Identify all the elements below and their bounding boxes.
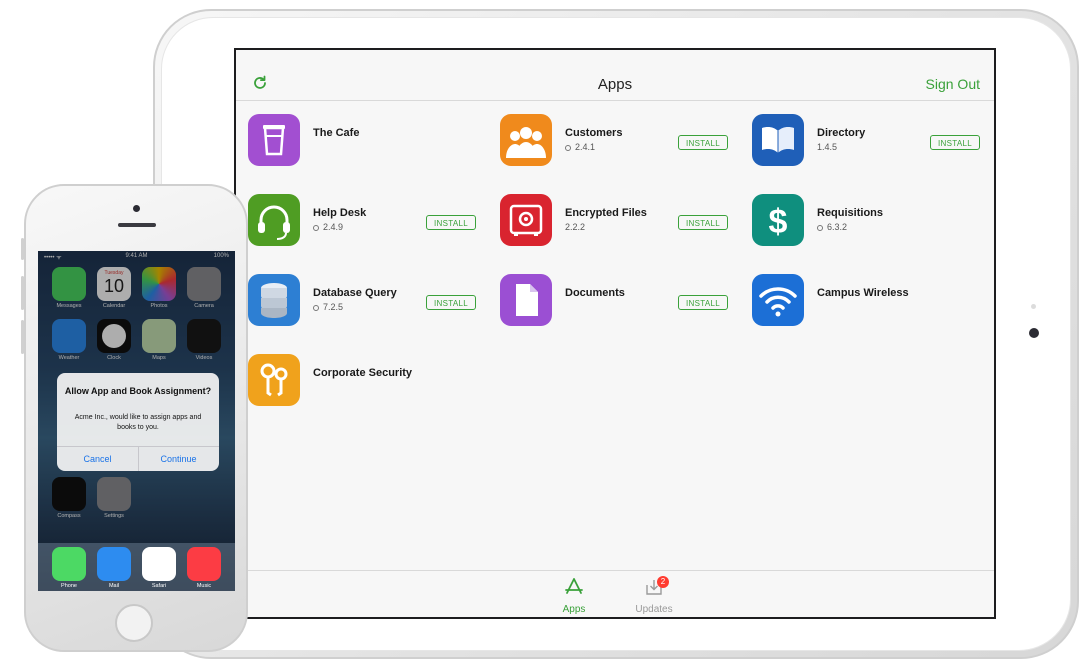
tab-bar: Apps 2 Updates — [236, 570, 994, 617]
mail-icon[interactable] — [97, 547, 131, 581]
app-item-the-cafe[interactable]: The Cafe — [236, 114, 488, 176]
phone-icon[interactable] — [52, 547, 86, 581]
version-dot-icon — [313, 305, 319, 311]
iphone-button — [21, 320, 24, 354]
iphone-camera — [133, 205, 140, 212]
iphone-speaker — [118, 223, 156, 227]
nav-bar: Apps Sign Out — [236, 50, 994, 101]
wifi-icon — [752, 274, 804, 326]
app-item-database-query[interactable]: Database Query 7.2.5 INSTALL — [236, 274, 488, 336]
app-name: Requisitions — [817, 207, 884, 219]
app-store-icon — [565, 578, 583, 594]
dollar-icon: $ — [752, 194, 804, 246]
tab-label: Updates — [635, 604, 673, 615]
music-icon[interactable] — [187, 547, 221, 581]
app-version: 2.4.9 — [313, 222, 343, 232]
safe-icon — [500, 194, 552, 246]
app-item-encrypted-files[interactable]: Encrypted Files 2.2.2 INSTALL — [488, 194, 740, 256]
app-item-help-desk[interactable]: Help Desk 2.4.9 INSTALL — [236, 194, 488, 256]
alert-message: Acme Inc., would like to assign apps and… — [74, 414, 202, 431]
document-icon — [500, 274, 552, 326]
install-button[interactable]: INSTALL — [930, 135, 980, 150]
install-button[interactable]: INSTALL — [426, 215, 476, 230]
iphone-button — [21, 238, 24, 260]
ipad-camera — [1031, 304, 1036, 309]
install-button[interactable]: INSTALL — [426, 295, 476, 310]
cup-icon — [248, 114, 300, 166]
app-name: Directory — [817, 127, 866, 139]
install-button[interactable]: INSTALL — [678, 135, 728, 150]
book-icon — [752, 114, 804, 166]
version-dot-icon — [817, 225, 823, 231]
version-dot-icon — [313, 225, 319, 231]
install-button[interactable]: INSTALL — [678, 215, 728, 230]
app-label: Phone — [61, 583, 77, 589]
app-name: Database Query — [313, 287, 397, 299]
app-label: Safari — [151, 583, 167, 589]
app-name: Encrypted Files — [565, 207, 647, 219]
page-title: Apps — [597, 76, 633, 93]
safari-icon[interactable] — [142, 547, 176, 581]
ipad-screen: Apps Sign Out The Cafe Customers 2.4.1 I… — [234, 48, 996, 619]
app-label: Mail — [108, 583, 120, 589]
ipad-side-dot — [1029, 328, 1039, 338]
dock: Phone Mail Safari Music — [38, 543, 235, 591]
install-button[interactable]: INSTALL — [678, 295, 728, 310]
keys-icon — [248, 354, 300, 406]
app-version: 6.3.2 — [817, 222, 847, 232]
app-name: Help Desk — [313, 207, 367, 219]
app-version: 2.2.2 — [565, 222, 586, 232]
app-name: Documents — [565, 287, 625, 299]
app-item-requisitions[interactable]: $ Requisitions 6.3.2 — [740, 194, 992, 256]
app-version: 2.4.1 — [565, 142, 595, 152]
updates-badge: 2 — [657, 576, 669, 588]
database-icon — [248, 274, 300, 326]
app-item-customers[interactable]: Customers 2.4.1 INSTALL — [488, 114, 740, 176]
tab-label: Apps — [562, 604, 586, 615]
tab-updates[interactable]: 2 Updates — [624, 576, 684, 615]
headset-icon — [248, 194, 300, 246]
iphone-button — [21, 276, 24, 310]
tab-apps[interactable]: Apps — [544, 577, 604, 615]
app-version: 7.2.5 — [313, 302, 343, 312]
app-item-documents[interactable]: Documents INSTALL — [488, 274, 740, 336]
app-version: 1.4.5 — [817, 142, 838, 152]
home-button[interactable] — [115, 604, 153, 642]
cancel-button[interactable]: Cancel — [57, 454, 138, 464]
app-name: The Cafe — [313, 127, 360, 139]
app-name: Corporate Security — [313, 367, 413, 379]
app-label: Music — [196, 583, 212, 589]
iphone-screen: ••••• ᯤ 9:41 AM 100% Messages Tuesday 10… — [38, 251, 235, 591]
sign-out-button[interactable]: Sign Out — [926, 76, 980, 92]
svg-text:$: $ — [769, 203, 788, 241]
app-item-campus-wireless[interactable]: Campus Wireless — [740, 274, 992, 336]
continue-button[interactable]: Continue — [138, 454, 219, 464]
app-name: Campus Wireless — [817, 287, 909, 299]
app-item-directory[interactable]: Directory 1.4.5 INSTALL — [740, 114, 992, 176]
assignment-alert: Allow App and Book Assignment? Acme Inc.… — [57, 373, 219, 471]
people-icon — [500, 114, 552, 166]
alert-title: Allow App and Book Assignment? — [64, 386, 212, 396]
app-name: Customers — [565, 127, 623, 139]
version-dot-icon — [565, 145, 571, 151]
app-item-corporate-security[interactable]: Corporate Security — [236, 354, 488, 416]
